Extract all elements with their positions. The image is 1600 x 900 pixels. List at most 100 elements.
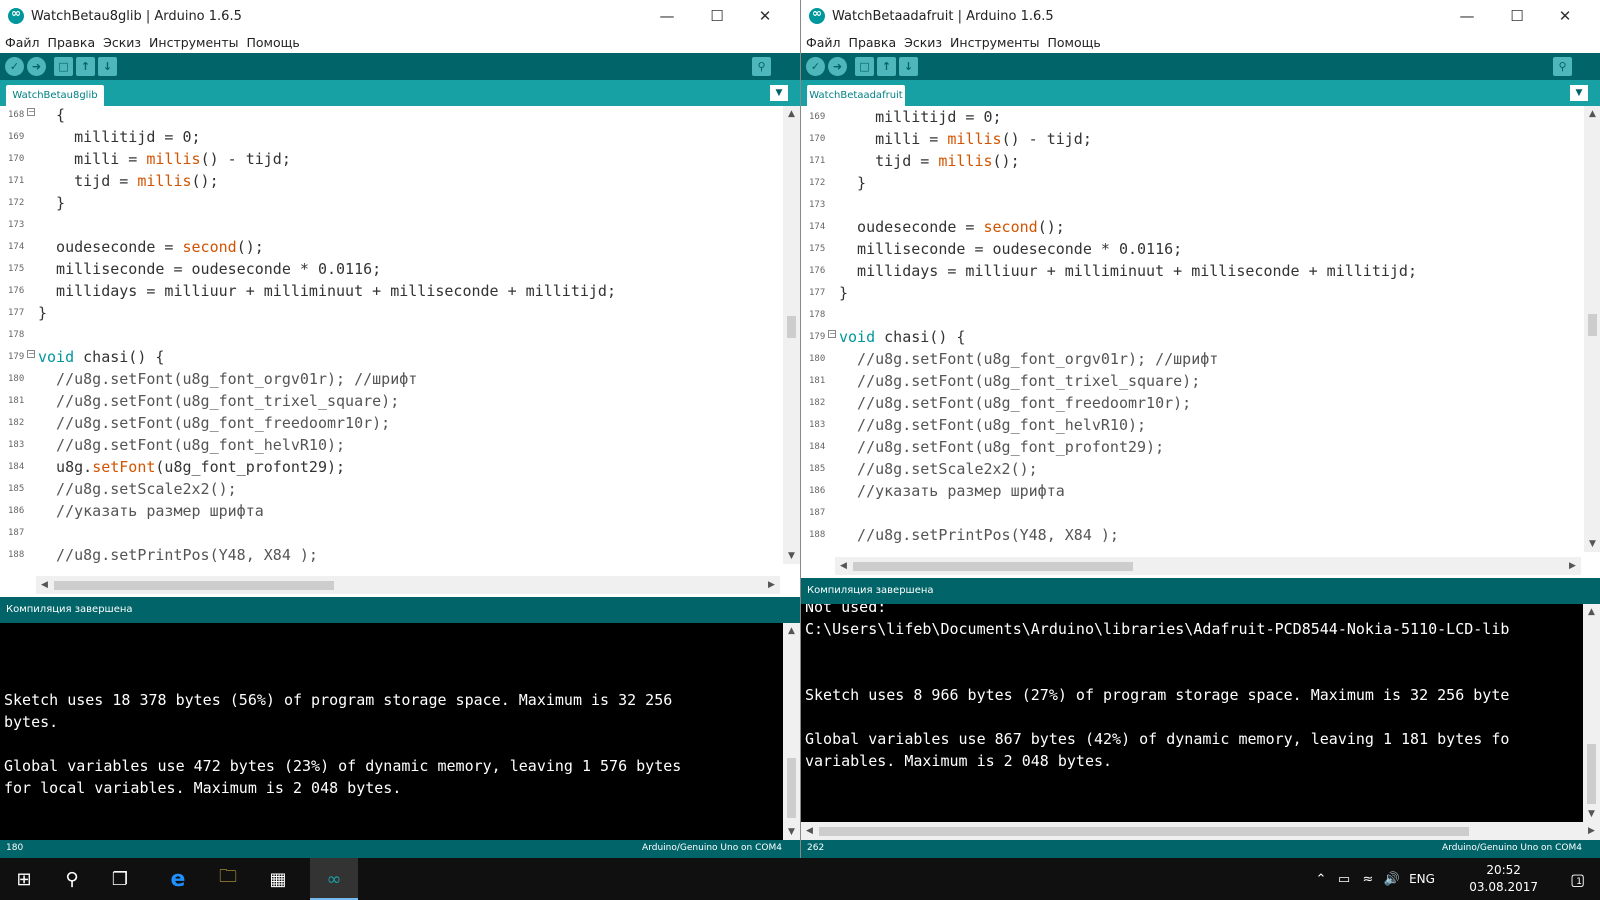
code-editor[interactable]: 169 170 171 172 173 174 175 176 177 178 179−180 181… [801,106,1600,552]
code-line[interactable]: //u8g.setFont(u8g_font_orgv01r); //шрифт [839,348,1581,370]
menu-help[interactable]: Помощь [1048,35,1101,50]
windows-start-icon[interactable]: ⊞ [0,858,48,900]
code-line[interactable]: //u8g.setPrintPos(Y48, X84 ); [839,524,1581,546]
save-sketch-button[interactable]: ↓ [899,57,918,76]
minimize-button[interactable]: — [1444,0,1490,32]
code-line[interactable]: //u8g.setFont(u8g_font_trixel_square); [839,370,1581,392]
title-bar[interactable]: WatchBetaadafruit | Arduino 1.6.5 — ☐ ✕ [801,0,1600,32]
scroll-thumb[interactable] [787,758,796,818]
close-button[interactable]: ✕ [1542,0,1588,32]
code-line[interactable] [839,194,1581,216]
code-line[interactable]: milliseconde = oudeseconde * 0.0116; [839,238,1581,260]
tab-menu-button[interactable]: ▼ [1570,85,1588,101]
code-line[interactable]: //u8g.setFont(u8g_font_helvR10); [38,434,780,456]
wifi-icon[interactable]: ≈ [1356,872,1380,887]
upload-button[interactable]: ➜ [828,57,847,76]
code-line[interactable]: void chasi() { [38,346,780,368]
close-button[interactable]: ✕ [742,0,788,32]
code-line[interactable] [38,324,780,346]
volume-icon[interactable]: 🔊 [1380,872,1404,887]
menu-edit[interactable]: Правка [849,35,897,50]
scroll-right-icon[interactable]: ▶ [763,576,780,594]
open-sketch-button[interactable]: ↑ [877,57,896,76]
task-view-icon[interactable]: ❐ [96,858,144,900]
tab-sketch[interactable]: WatchBetaadafruit [807,85,905,106]
code-line[interactable]: } [38,302,780,324]
code-line[interactable] [38,522,780,544]
menu-tools[interactable]: Инструменты [950,35,1039,50]
scroll-thumb[interactable] [1587,744,1596,804]
code-line[interactable]: tijd = millis(); [839,150,1581,172]
code-line[interactable] [839,502,1581,524]
edge-browser-icon[interactable]: e [154,858,202,900]
scroll-thumb[interactable] [54,581,334,590]
fold-toggle-icon[interactable]: − [828,330,836,338]
scroll-up-icon[interactable]: ▲ [783,106,800,122]
maximize-button[interactable]: ☐ [1494,0,1540,32]
code-line[interactable]: //указать размер шрифта [38,500,780,522]
console-horizontal-scrollbar[interactable]: ◀ ▶ [801,822,1600,840]
code-line[interactable]: millidays = milliuur + milliminuut + mil… [839,260,1581,282]
code-area[interactable]: millitijd = 0; milli = millis() - tijd; … [839,106,1581,552]
code-line[interactable]: millitijd = 0; [839,106,1581,128]
code-area[interactable]: { millitijd = 0; milli = millis() - tijd… [38,106,780,564]
scroll-down-icon[interactable]: ▼ [1583,806,1600,822]
code-line[interactable]: } [839,172,1581,194]
maximize-button[interactable]: ☐ [694,0,740,32]
scroll-right-icon[interactable]: ▶ [1564,557,1581,575]
upload-button[interactable]: ➜ [27,57,46,76]
scroll-down-icon[interactable]: ▼ [783,824,800,840]
battery-icon[interactable]: ▭ [1332,872,1356,887]
serial-monitor-button[interactable]: ⚲ [1553,57,1572,76]
menu-sketch[interactable]: Эскиз [904,35,942,50]
scroll-left-icon[interactable]: ◀ [36,576,53,594]
scroll-thumb[interactable] [787,316,796,338]
code-line[interactable]: //u8g.setFont(u8g_font_freedoomr10r); [38,412,780,434]
code-line[interactable]: //u8g.setScale2x2(); [839,458,1581,480]
notification-center-icon[interactable]: ▢ 1 [1552,858,1600,900]
scroll-up-icon[interactable]: ▲ [783,623,800,639]
menu-sketch[interactable]: Эскиз [103,35,141,50]
scroll-up-icon[interactable]: ▲ [1583,604,1600,620]
console-scrollbar[interactable]: ▲ ▼ [1583,604,1600,822]
scroll-left-icon[interactable]: ◀ [801,822,818,840]
open-sketch-button[interactable]: ↑ [76,57,95,76]
menu-help[interactable]: Помощь [247,35,300,50]
new-sketch-button[interactable]: □ [855,57,874,76]
code-line[interactable] [839,304,1581,326]
fold-toggle-icon[interactable]: − [27,108,35,116]
scroll-down-icon[interactable]: ▼ [783,548,800,564]
tab-sketch[interactable]: WatchBetau8glib [6,85,104,106]
vertical-scrollbar[interactable]: ▲ ▼ [783,106,800,564]
code-line[interactable] [38,214,780,236]
tab-menu-button[interactable]: ▼ [770,85,788,101]
code-line[interactable]: millidays = milliuur + milliminuut + mil… [38,280,780,302]
code-line[interactable]: //u8g.setFont(u8g_font_helvR10); [839,414,1581,436]
code-line[interactable]: u8g.setFont(u8g_font_profont29); [38,456,780,478]
serial-monitor-button[interactable]: ⚲ [752,57,771,76]
menu-file[interactable]: Файл [806,35,841,50]
vertical-scrollbar[interactable]: ▲ ▼ [1584,106,1600,552]
language-indicator[interactable]: ENG [1404,872,1440,886]
scroll-right-icon[interactable]: ▶ [1583,822,1600,840]
scroll-down-icon[interactable]: ▼ [1584,536,1600,552]
code-line[interactable]: //u8g.setFont(u8g_font_orgv01r); //шрифт [38,368,780,390]
code-line[interactable]: milli = millis() - tijd; [839,128,1581,150]
file-explorer-icon[interactable]: 🗀 [204,858,252,900]
horizontal-scrollbar[interactable]: ◀ ▶ [835,557,1581,575]
scroll-thumb[interactable] [819,827,1469,836]
fold-toggle-icon[interactable]: − [27,350,35,358]
code-line[interactable]: //u8g.setFont(u8g_font_profont29); [839,436,1581,458]
new-sketch-button[interactable]: □ [54,57,73,76]
chevron-up-icon[interactable]: ⌃ [1310,872,1332,887]
horizontal-scrollbar[interactable]: ◀ ▶ [36,576,780,594]
code-line[interactable]: //u8g.setPrintPos(Y48, X84 ); [38,544,780,564]
console-scrollbar[interactable]: ▲ ▼ [783,623,800,840]
code-line[interactable]: //u8g.setFont(u8g_font_trixel_square); [38,390,780,412]
save-sketch-button[interactable]: ↓ [98,57,117,76]
code-line[interactable]: //указать размер шрифта [839,480,1581,502]
title-bar[interactable]: WatchBetau8glib | Arduino 1.6.5 — ☐ ✕ [0,0,800,32]
arduino-taskbar-icon[interactable]: ∞ [310,858,358,900]
code-line[interactable]: millitijd = 0; [38,126,780,148]
verify-button[interactable]: ✓ [5,57,24,76]
